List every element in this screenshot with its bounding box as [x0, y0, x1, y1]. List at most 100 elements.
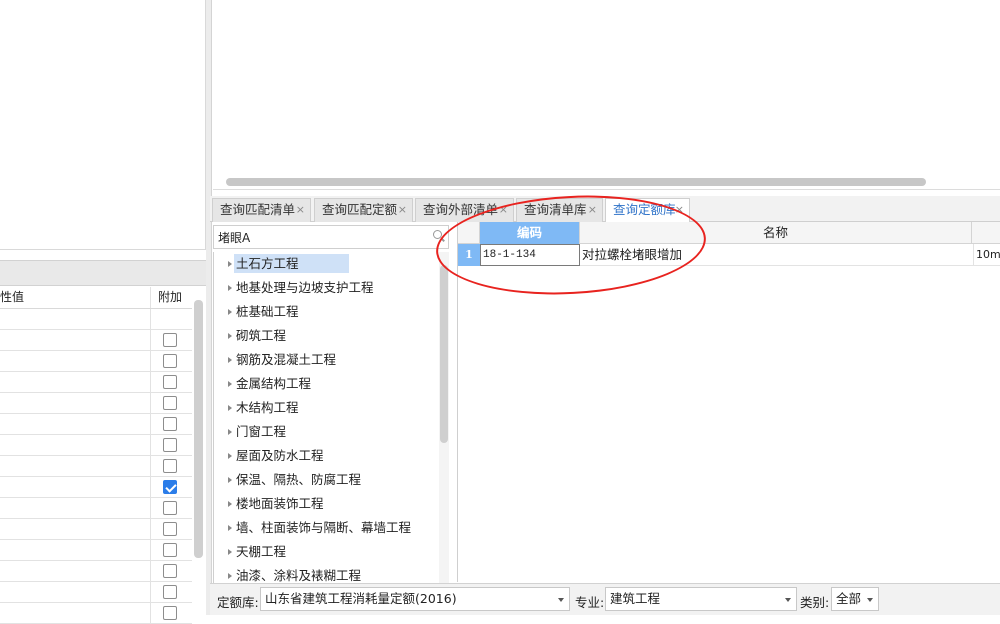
expand-arrow-icon[interactable] — [228, 525, 232, 531]
tab-label: 查询匹配定额 — [322, 202, 398, 217]
property-row[interactable] — [0, 435, 192, 456]
expand-arrow-icon[interactable] — [228, 381, 232, 387]
tree-node[interactable]: 砌筑工程 — [214, 324, 439, 348]
code-column-header[interactable]: 编码 — [480, 222, 580, 244]
extra-checkbox[interactable] — [163, 543, 177, 557]
tree-node[interactable]: 天棚工程 — [214, 540, 439, 564]
expand-arrow-icon[interactable] — [228, 429, 232, 435]
chevron-down-icon — [558, 598, 564, 602]
extra-checkbox[interactable] — [163, 606, 177, 620]
specialty-select-value: 建筑工程 — [610, 591, 661, 606]
property-row[interactable] — [0, 498, 192, 519]
extra-checkbox[interactable] — [163, 417, 177, 431]
tree-node[interactable]: 屋面及防水工程 — [214, 444, 439, 468]
tree-node[interactable]: 桩基础工程 — [214, 300, 439, 324]
search-icon[interactable] — [433, 230, 442, 239]
tree-node[interactable]: 楼地面装饰工程 — [214, 492, 439, 516]
tree-node[interactable]: 油漆、涂料及裱糊工程 — [214, 564, 439, 584]
property-row[interactable] — [0, 456, 192, 477]
expand-arrow-icon[interactable] — [228, 453, 232, 459]
grid-header: 编码 名称 — [458, 222, 1000, 244]
tree-node[interactable]: 墙、柱面装饰与隔断、幕墙工程 — [214, 516, 439, 540]
property-row[interactable] — [0, 540, 192, 561]
expand-arrow-icon[interactable] — [228, 261, 232, 267]
tab-match-quota[interactable]: 查询匹配定额 × — [314, 198, 413, 222]
expand-arrow-icon[interactable] — [228, 285, 232, 291]
top-right-pane — [213, 0, 1000, 190]
expand-arrow-icon[interactable] — [228, 405, 232, 411]
tree-scrollbar[interactable] — [440, 265, 448, 443]
tree-node-label: 地基处理与边坡支护工程 — [236, 280, 374, 295]
close-icon[interactable]: × — [398, 199, 407, 221]
property-row[interactable] — [0, 309, 192, 330]
property-row[interactable] — [0, 351, 192, 372]
unit-cell[interactable]: 10m2 — [973, 244, 1000, 266]
extra-checkbox[interactable] — [163, 564, 177, 578]
expand-arrow-icon[interactable] — [228, 357, 232, 363]
extra-checkbox[interactable] — [163, 522, 177, 536]
property-grid: 性值 附加 — [0, 287, 192, 624]
extra-checkbox[interactable] — [163, 333, 177, 347]
property-row[interactable] — [0, 330, 192, 351]
close-icon[interactable]: × — [499, 199, 508, 221]
expand-arrow-icon[interactable] — [228, 333, 232, 339]
close-icon[interactable]: × — [588, 199, 597, 221]
expand-arrow-icon[interactable] — [228, 309, 232, 315]
horizontal-scrollbar[interactable] — [226, 178, 926, 186]
tree-node-label: 门窗工程 — [236, 424, 287, 439]
tree-node[interactable]: 地基处理与边坡支护工程 — [214, 276, 439, 300]
vertical-splitter[interactable] — [206, 0, 212, 615]
tree-node-label: 天棚工程 — [236, 544, 287, 559]
category-select[interactable]: 全部 — [831, 587, 879, 611]
specialty-select[interactable]: 建筑工程 — [605, 587, 797, 611]
tree-node[interactable]: 保温、隔热、防腐工程 — [214, 468, 439, 492]
property-row[interactable] — [0, 372, 192, 393]
tab-external-list[interactable]: 查询外部清单 × — [415, 198, 514, 222]
property-row[interactable] — [0, 519, 192, 540]
close-icon[interactable]: × — [296, 199, 305, 221]
extra-checkbox[interactable] — [163, 375, 177, 389]
tree-search-box — [213, 225, 449, 249]
property-scrollbar[interactable] — [194, 300, 203, 558]
extra-checkbox[interactable] — [163, 438, 177, 452]
expand-arrow-icon[interactable] — [228, 573, 232, 579]
expand-arrow-icon[interactable] — [228, 501, 232, 507]
close-icon[interactable]: × — [675, 199, 684, 221]
property-row[interactable] — [0, 561, 192, 582]
name-column-header[interactable]: 名称 — [580, 222, 972, 244]
table-row[interactable]: 1 18-1-134 对拉螺栓堵眼增加 10m2 — [458, 244, 1000, 266]
quota-result-grid: 编码 名称 1 18-1-134 对拉螺栓堵眼增加 10m2 — [457, 222, 1000, 582]
tree-node[interactable]: 土石方工程 — [214, 252, 439, 276]
tab-label: 查询定额库 — [613, 202, 676, 217]
library-select[interactable]: 山东省建筑工程消耗量定额(2016) — [260, 587, 570, 611]
tab-match-list[interactable]: 查询匹配清单 × — [212, 198, 311, 222]
tree-node-label: 保温、隔热、防腐工程 — [236, 472, 362, 487]
chevron-down-icon — [867, 598, 873, 602]
tab-label: 查询清单库 — [524, 202, 587, 217]
tree-search-input[interactable] — [214, 226, 414, 248]
property-row[interactable] — [0, 477, 192, 498]
tree-node[interactable]: 金属结构工程 — [214, 372, 439, 396]
property-row[interactable] — [0, 603, 192, 624]
extra-checkbox[interactable] — [163, 501, 177, 515]
property-row[interactable] — [0, 582, 192, 603]
code-cell[interactable]: 18-1-134 — [480, 244, 580, 266]
tree-node[interactable]: 木结构工程 — [214, 396, 439, 420]
extra-checkbox[interactable] — [163, 354, 177, 368]
expand-arrow-icon[interactable] — [228, 549, 232, 555]
extra-checkbox[interactable] — [163, 480, 177, 494]
tree-node[interactable]: 门窗工程 — [214, 420, 439, 444]
tree-node[interactable]: 钢筋及混凝土工程 — [214, 348, 439, 372]
query-tabbar: 查询匹配清单 × 查询匹配定额 × 查询外部清单 × 查询清单库 × 查询定额库 × — [210, 196, 1000, 223]
expand-arrow-icon[interactable] — [228, 477, 232, 483]
extra-checkbox[interactable] — [163, 396, 177, 410]
property-row[interactable] — [0, 393, 192, 414]
extra-checkbox[interactable] — [163, 459, 177, 473]
extra-checkbox[interactable] — [163, 585, 177, 599]
tab-list-library[interactable]: 查询清单库 × — [516, 198, 603, 222]
unit-column-header[interactable] — [972, 222, 1000, 244]
col-value-header: 性值 — [0, 290, 25, 304]
tab-quota-library[interactable]: 查询定额库 × — [605, 198, 690, 223]
property-row[interactable] — [0, 414, 192, 435]
name-cell[interactable]: 对拉螺栓堵眼增加 — [582, 244, 972, 266]
